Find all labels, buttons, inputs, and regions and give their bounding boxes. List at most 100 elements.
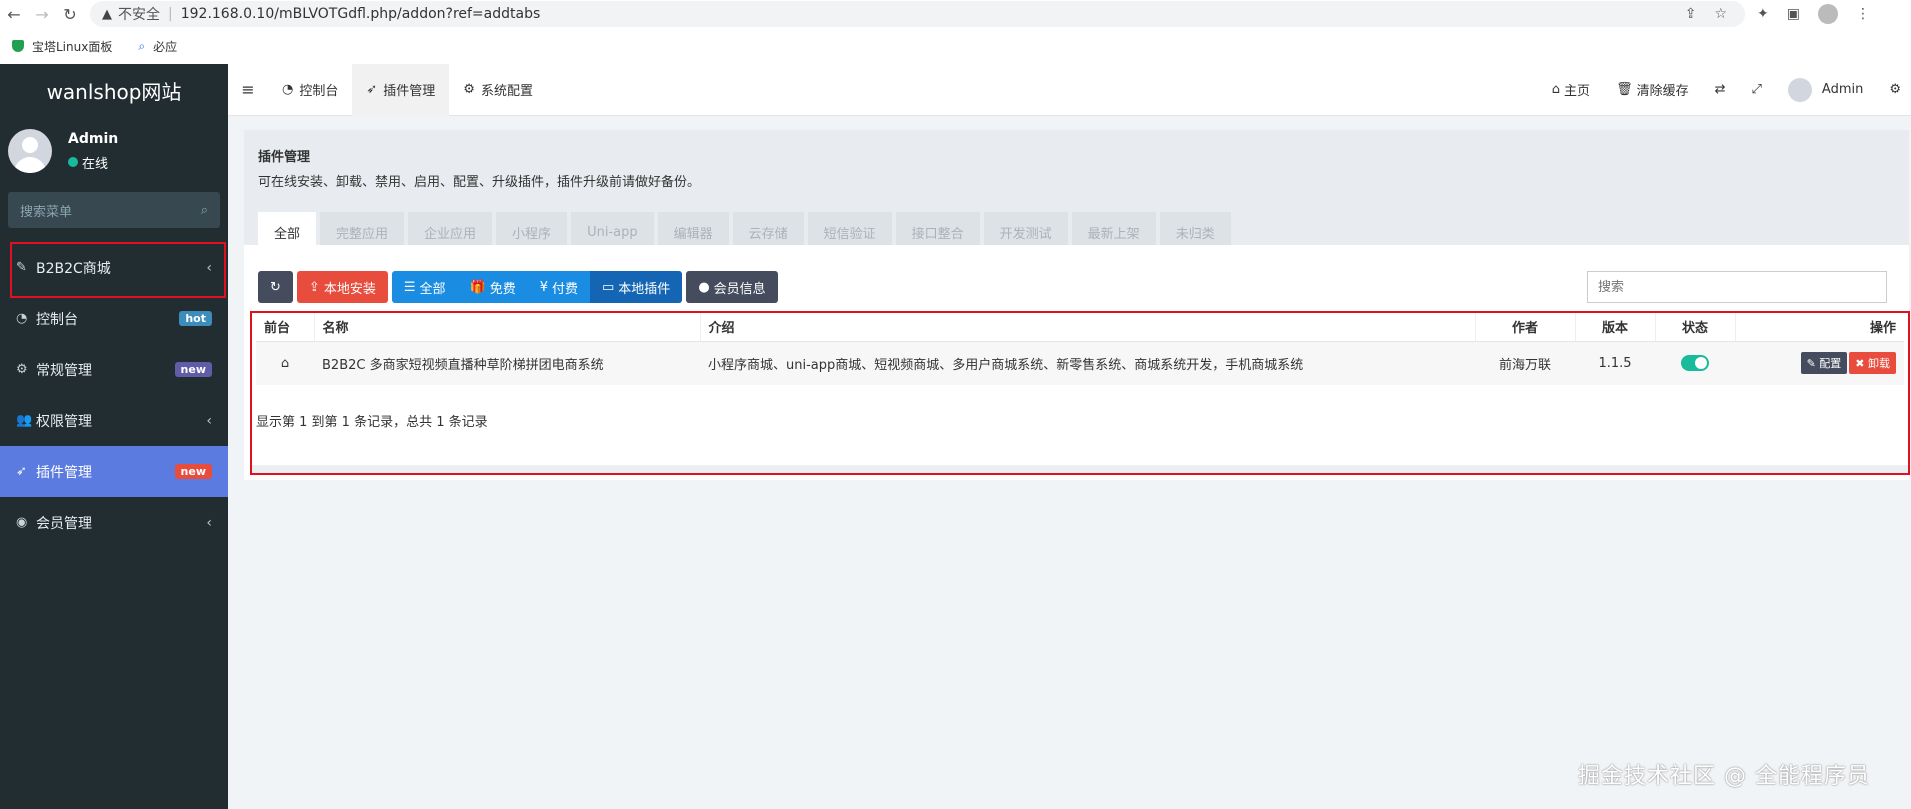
sidebar-item-addons[interactable]: ➶ 插件管理 new [0, 446, 228, 497]
site-logo[interactable]: wanlshop网站 [0, 64, 228, 116]
bookmark-bing[interactable]: ⌕ 必应 [138, 38, 177, 55]
sidebar-item-label: 控制台 [36, 311, 78, 328]
clear-cache-button[interactable]: 🗑 清除缓存 [1616, 80, 1689, 99]
config-button[interactable]: ✎ 配置 [1800, 352, 1848, 375]
bookmark-label: 宝塔Linux面板 [32, 39, 113, 54]
button-label: 本地安装 [323, 281, 376, 297]
url-separator: | [168, 6, 173, 22]
pencil-icon: ✎ [1806, 357, 1816, 371]
button-label: 卸载 [1868, 357, 1890, 371]
upload-icon: ⇪ [308, 279, 320, 295]
insecure-label: 不安全 [118, 7, 160, 23]
uninstall-button[interactable]: ✖ 卸载 [1849, 352, 1896, 375]
button-label: 免费 [489, 281, 516, 297]
bookmark-label: 必应 [153, 39, 178, 54]
hamburger-icon[interactable]: ≡ [228, 80, 268, 99]
avatar [1787, 77, 1812, 102]
search-icon[interactable]: ⌕ [201, 203, 208, 218]
button-label: 全部 [419, 281, 446, 297]
tab-dashboard[interactable]: ◔ 控制台 [268, 64, 352, 116]
sidebar-item-permissions[interactable]: 👥 权限管理 ‹ [0, 395, 228, 446]
button-label: 配置 [1819, 357, 1842, 371]
user-circle-icon: ◉ [16, 515, 28, 530]
address-bar[interactable]: ▲ 不安全 | 192.168.0.10/mBLVOTGdfl.php/addo… [90, 1, 1745, 27]
tab-addons[interactable]: ➶ 插件管理 [352, 63, 450, 116]
refresh-button[interactable]: ↻ [258, 271, 293, 303]
url-text[interactable]: 192.168.0.10/mBLVOTGdfl.php/addon?ref=ad… [181, 6, 1685, 22]
sidebar-item-label: 常规管理 [36, 362, 92, 379]
fullscreen-icon[interactable]: ⤢ [1752, 82, 1762, 97]
filter-free-button[interactable]: 🎁 免费 [457, 271, 528, 303]
status-toggle[interactable] [1681, 355, 1709, 372]
sidebar-item-members[interactable]: ◉ 会员管理 ‹ [0, 497, 228, 548]
laptop-icon: ▭ [602, 279, 615, 295]
back-icon[interactable]: ← [0, 0, 28, 28]
col-author[interactable]: 作者 [1474, 313, 1575, 342]
home-label: 主页 [1564, 84, 1591, 99]
col-version[interactable]: 版本 [1574, 313, 1655, 342]
sidebar-item-label: 会员管理 [36, 515, 92, 532]
reload-icon[interactable]: ↻ [56, 0, 84, 28]
table-footer-divider [252, 465, 1908, 473]
admin-label: Admin [1821, 82, 1864, 97]
addon-intro: 小程序商城、uni-app商城、短视频商城、多用户商城系统、新零售系统、商城系统… [700, 341, 1475, 385]
home-link[interactable]: ⌂ 主页 [1552, 80, 1590, 99]
cogs-icon[interactable]: ⚙ [1889, 82, 1901, 97]
col-name[interactable]: 名称 [313, 313, 700, 342]
warning-icon: ▲ [102, 6, 112, 22]
trash-icon: 🗑 [1616, 82, 1633, 97]
avatar [8, 129, 52, 173]
addon-author: 前海万联 [1475, 341, 1575, 385]
yen-icon: ¥ [539, 279, 548, 295]
user-status: 在线 [68, 153, 118, 172]
member-info-button[interactable]: ● 会员信息 [686, 271, 778, 303]
chevron-left-icon: ‹ [206, 412, 212, 429]
col-status[interactable]: 状态 [1654, 313, 1735, 342]
star-icon[interactable]: ☆ [1714, 6, 1727, 22]
tab-label: 插件管理 [383, 84, 436, 99]
tab-label: 系统配置 [480, 84, 533, 99]
col-intro[interactable]: 介绍 [699, 313, 1475, 342]
profile-icon[interactable] [1817, 4, 1838, 24]
tab-system-config[interactable]: ⚙ 系统配置 [449, 64, 547, 116]
frontend-home-icon[interactable]: ⌂ [256, 341, 314, 385]
filter-group: ☰ 全部 🎁 免费 ¥ 付费 ▭ 本地插件 [391, 271, 683, 303]
admin-menu[interactable]: Admin [1787, 77, 1864, 102]
gear-icon: ⚙ [463, 82, 475, 97]
filter-all-button[interactable]: ☰ 全部 [391, 271, 458, 303]
rocket-icon: ➶ [366, 82, 378, 97]
forward-icon[interactable]: → [28, 0, 56, 28]
user-icon: ● [698, 279, 710, 295]
col-actions[interactable]: 操作 [1734, 313, 1904, 342]
sidebar-item-label: 权限管理 [36, 413, 92, 430]
actions-cell: ✎ 配置 ✖ 卸载 [1735, 341, 1904, 385]
sidebar-item-general[interactable]: ⚙ 常规管理 new [0, 344, 228, 395]
share-icon[interactable]: ⇪ [1685, 6, 1697, 22]
home-icon: ⌂ [1551, 82, 1561, 97]
col-frontend[interactable]: 前台 [256, 313, 314, 342]
sidebar-item-dashboard[interactable]: ◔ 控制台 hot [0, 293, 228, 344]
menu-search-placeholder: 搜索菜单 [20, 204, 73, 220]
bookmark-baota[interactable]: 宝塔Linux面板 [12, 38, 112, 55]
menu-search-input[interactable]: 搜索菜单 ⌕ [8, 192, 220, 228]
local-install-button[interactable]: ⇪ 本地安装 [296, 271, 388, 303]
filter-local-button[interactable]: ▭ 本地插件 [590, 271, 683, 303]
sidebar: wanlshop网站 Admin 在线 搜索菜单 ⌕ ✎ B2B2C商城 ‹ ◔… [0, 64, 228, 809]
magic-wand-icon: ✎ [16, 260, 27, 275]
shield-icon [12, 40, 24, 52]
page-title: 插件管理 [258, 150, 311, 165]
clear-cache-label: 清除缓存 [1636, 84, 1689, 99]
pagination-summary: 显示第 1 到第 1 条记录，总共 1 条记录 [256, 415, 488, 430]
sidepanel-icon[interactable]: ▣ [1787, 6, 1800, 22]
language-icon[interactable]: ⇄ [1715, 82, 1726, 97]
menu-kebab-icon[interactable]: ⋮ [1856, 6, 1870, 22]
user-panel: Admin 在线 [0, 116, 228, 186]
online-dot-icon [68, 157, 78, 167]
sidebar-item-b2b2c[interactable]: ✎ B2B2C商城 ‹ [0, 242, 228, 298]
extensions-icon[interactable]: ✦ [1757, 6, 1769, 22]
filter-paid-button[interactable]: ¥ 付费 [527, 271, 590, 303]
user-name: Admin [68, 130, 119, 147]
status-label: 在线 [82, 156, 109, 172]
search-input[interactable] [1587, 271, 1887, 303]
cogs-icon: ⚙ [16, 362, 28, 377]
